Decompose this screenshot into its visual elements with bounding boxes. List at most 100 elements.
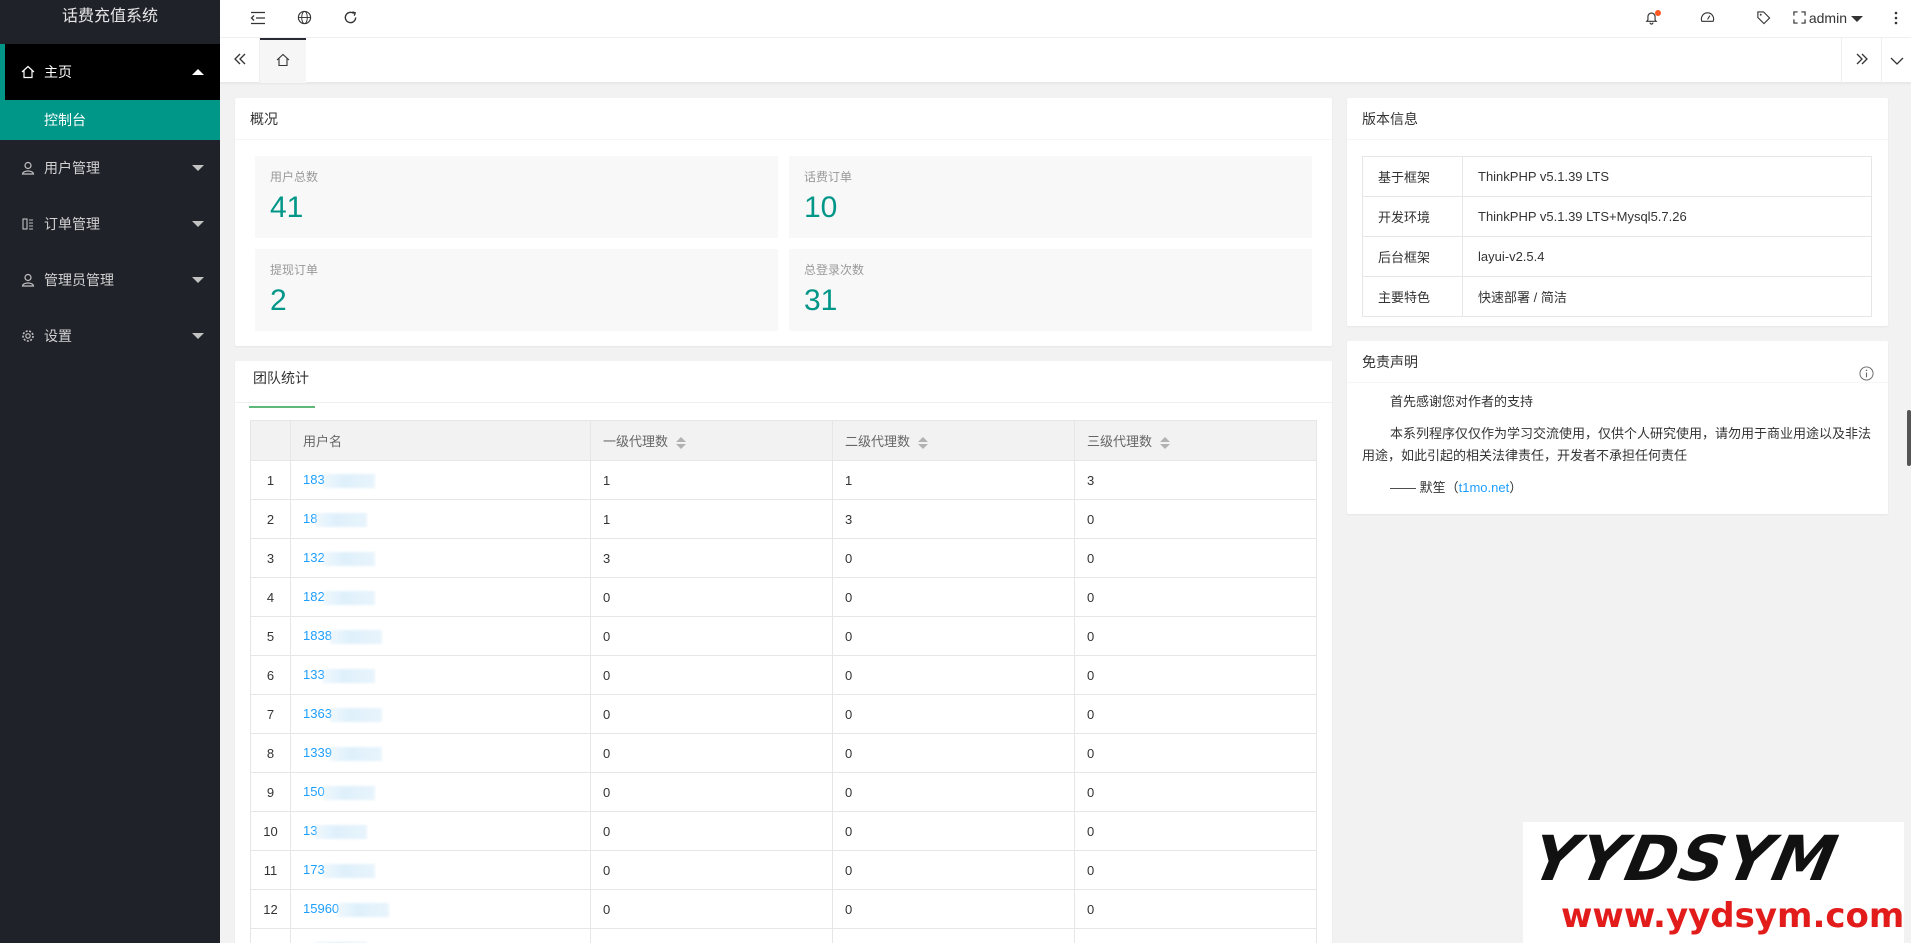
row-index: 11: [250, 850, 291, 890]
level3-cell: 0: [1074, 694, 1317, 734]
version-value: ThinkPHP v5.1.39 LTS+Mysql5.7.26: [1462, 196, 1872, 237]
watermark-url-text: www.yydsym.com: [1561, 896, 1905, 936]
tab-team-stats[interactable]: 团队统计: [249, 361, 315, 408]
stat-withdraw-orders[interactable]: 提现订单 2: [255, 249, 778, 331]
level3-cell: 0: [1074, 499, 1317, 539]
username-cell[interactable]: 173: [290, 850, 591, 890]
version-value: 快速部署 / 简洁: [1462, 276, 1872, 317]
page-scrollbar[interactable]: [1907, 410, 1911, 466]
sidebar-item-orders[interactable]: 订单管理: [0, 196, 220, 252]
refresh-button[interactable]: [330, 0, 370, 38]
username-cell[interactable]: 15960: [290, 889, 591, 929]
redaction-blur: [337, 902, 390, 917]
username-cell[interactable]: 150: [290, 772, 591, 812]
level1-cell: 0: [590, 733, 833, 773]
stat-value: 41: [270, 191, 304, 224]
sidebar: 话费充值系统 主页 控制台 用户管理 订单管理 管理员管理 设置: [0, 0, 220, 943]
level3-cell: 0: [1074, 811, 1317, 851]
level2-cell: 3: [832, 499, 1075, 539]
level1-cell: 0: [590, 928, 833, 943]
user-menu[interactable]: admin: [1809, 0, 1863, 38]
stat-label: 提现订单: [270, 263, 319, 277]
sidebar-item-label: 主页: [44, 64, 72, 80]
home-icon: [20, 64, 36, 80]
table-header-row: 用户名 一级代理数 二级代理数 三级代理数: [250, 420, 1317, 461]
theme-button[interactable]: [1687, 0, 1727, 38]
username-cell[interactable]: 182: [290, 577, 591, 617]
username-cell[interactable]: 1838: [290, 616, 591, 656]
username-cell[interactable]: 133: [290, 655, 591, 695]
level2-cell: 1: [832, 460, 1075, 500]
sidebar-item-label: 用户管理: [44, 160, 100, 176]
stat-value: 31: [804, 284, 838, 317]
stat-recharge-orders[interactable]: 话费订单 10: [789, 156, 1312, 238]
col-level2[interactable]: 二级代理数: [832, 420, 1075, 461]
row-index: 6: [250, 655, 291, 695]
sidebar-item-admins[interactable]: 管理员管理: [0, 252, 220, 308]
stat-total-users[interactable]: 用户总数 41: [255, 156, 778, 238]
redaction-blur: [322, 785, 375, 800]
tabs-scroll-right-button[interactable]: [1841, 38, 1881, 83]
disclaimer-title-text: 免责声明: [1362, 354, 1418, 370]
level2-cell: 0: [832, 772, 1075, 812]
redaction-blur: [322, 668, 375, 683]
notification-button[interactable]: [1631, 0, 1671, 38]
username-cell[interactable]: 1363: [290, 694, 591, 734]
tabs-menu-button[interactable]: [1881, 38, 1911, 83]
sidebar-item-home[interactable]: 主页: [0, 44, 220, 100]
redaction-blur: [322, 863, 375, 878]
level1-cell: 0: [590, 811, 833, 851]
redaction-blur: [315, 824, 368, 839]
username-cell[interactable]: 17: [290, 928, 591, 943]
level2-cell: 0: [832, 733, 1075, 773]
col-level1[interactable]: 一级代理数: [590, 420, 833, 461]
note-button[interactable]: [1743, 0, 1783, 38]
version-table: 基于框架 ThinkPHP v5.1.39 LTS 开发环境 ThinkPHP v5…: [1362, 156, 1872, 317]
website-button[interactable]: [284, 0, 324, 38]
chevron-down-icon: [1890, 53, 1904, 69]
row-index: 2: [250, 499, 291, 539]
version-key: 主要特色: [1362, 276, 1463, 317]
level3-cell: 0: [1074, 655, 1317, 695]
username-cell[interactable]: 132: [290, 538, 591, 578]
tab-home[interactable]: [260, 38, 306, 83]
username-cell[interactable]: 13: [290, 811, 591, 851]
sidebar-item-users[interactable]: 用户管理: [0, 140, 220, 196]
tabs-scroll-left-button[interactable]: [220, 38, 260, 83]
level2-cell: 0: [832, 889, 1075, 929]
table-row: 11 173 0 0 0: [250, 850, 1317, 890]
col-username: 用户名: [290, 420, 591, 461]
chevron-up-icon: [192, 69, 204, 75]
stat-label: 用户总数: [270, 170, 319, 184]
sidebar-item-console[interactable]: 控制台: [0, 100, 220, 140]
chevron-down-icon: [192, 221, 204, 227]
author-link[interactable]: t1mo.net: [1459, 480, 1510, 495]
stat-total-logins[interactable]: 总登录次数 31: [789, 249, 1312, 331]
table-row: 2 18 1 3 0: [250, 499, 1317, 539]
sort-icon[interactable]: [918, 436, 929, 449]
sidebar-item-label: 管理员管理: [44, 272, 114, 288]
level2-cell: 0: [832, 694, 1075, 734]
username-cell[interactable]: 183: [290, 460, 591, 500]
level3-cell: 0: [1074, 577, 1317, 617]
redaction-blur: [322, 473, 375, 488]
sort-icon[interactable]: [1160, 436, 1171, 449]
more-vertical-icon: [1894, 11, 1898, 28]
sort-icon[interactable]: [676, 436, 687, 449]
table-row: 7 1363 0 0 0: [250, 694, 1317, 734]
level2-cell: 0: [832, 538, 1075, 578]
level3-cell: 0: [1074, 616, 1317, 656]
row-index: 1: [250, 460, 291, 500]
username-cell[interactable]: 18: [290, 499, 591, 539]
page-tabs-bar: [220, 38, 1911, 83]
sidebar-item-settings[interactable]: 设置: [0, 308, 220, 364]
disclaimer-card: 免责声明 首先感谢您对作者的支持 本系列程序仅仅作为学习交流使用，仅供个人研究使…: [1347, 341, 1888, 514]
username-cell[interactable]: 1339: [290, 733, 591, 773]
stat-value: 10: [804, 191, 838, 224]
more-button[interactable]: [1881, 0, 1911, 38]
home-icon: [276, 53, 290, 70]
level2-cell: 0: [832, 811, 1075, 851]
col-level3[interactable]: 三级代理数: [1074, 420, 1317, 461]
collapse-menu-button[interactable]: [238, 0, 278, 38]
globe-icon: [297, 10, 312, 28]
